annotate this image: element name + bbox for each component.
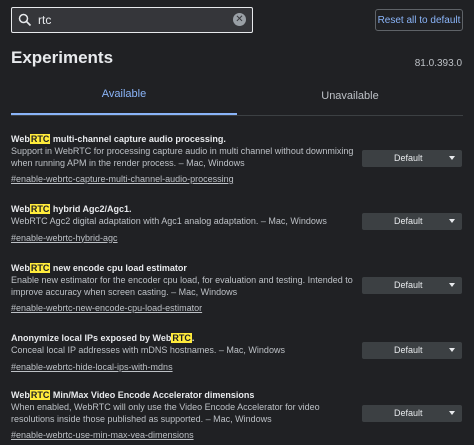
clear-icon[interactable]: ✕ [233, 13, 246, 26]
experiment-description: WebRTC Agc2 digital adaptation with Agc1… [11, 216, 327, 226]
chevron-down-icon [449, 219, 455, 223]
select-value: Default [394, 345, 423, 355]
experiment-description: When enabled, WebRTC will only use the V… [11, 402, 320, 424]
experiment-item: Anonymize local IPs exposed by WebRTC. C… [11, 332, 463, 375]
search-highlight: RTC [29, 390, 51, 400]
experiment-description: Enable new estimator for the encoder cpu… [11, 275, 353, 297]
tab-available[interactable]: Available [11, 88, 237, 100]
experiment-link[interactable]: #enable-webrtc-new-encode-cpu-load-estim… [11, 302, 202, 314]
search-box[interactable]: ✕ [11, 7, 253, 33]
experiment-item: WebRTC Min/Max Video Encode Accelerator … [11, 389, 463, 443]
experiment-title: WebRTC Min/Max Video Encode Accelerator … [11, 389, 463, 401]
title-text: multi-channel capture audio processing. [50, 134, 226, 144]
experiment-item: WebRTC multi-channel capture audio proce… [11, 133, 463, 187]
chevron-down-icon [449, 283, 455, 287]
title-text: Web [11, 263, 30, 273]
chevron-down-icon [449, 156, 455, 160]
search-highlight: RTC [29, 204, 51, 214]
title-text: Anonymize local IPs exposed by Web [11, 333, 172, 343]
experiment-item: WebRTC new encode cpu load estimator Ena… [11, 262, 463, 316]
select-value: Default [394, 280, 423, 290]
experiment-item: WebRTC hybrid Agc2/Agc1. WebRTC Agc2 dig… [11, 203, 463, 246]
tab-unavailable[interactable]: Unavailable [237, 90, 463, 102]
experiment-select[interactable]: Default [362, 342, 462, 359]
title-text: Web [11, 134, 30, 144]
experiment-select[interactable]: Default [362, 213, 462, 230]
title-text: Min/Max Video Encode Accelerator dimensi… [50, 390, 255, 400]
title-text: Web [11, 390, 30, 400]
title-text: Web [11, 204, 30, 214]
experiment-link[interactable]: #enable-webrtc-hide-local-ips-with-mdns [11, 361, 173, 373]
tab-divider [11, 115, 463, 116]
select-value: Default [394, 153, 423, 163]
experiment-description: Support in WebRTC for processing capture… [11, 146, 354, 168]
title-text: hybrid Agc2/Agc1. [50, 204, 132, 214]
experiment-select[interactable]: Default [362, 277, 462, 294]
select-value: Default [394, 216, 423, 226]
experiment-select[interactable]: Default [362, 405, 462, 422]
search-highlight: RTC [171, 333, 192, 343]
experiment-link[interactable]: #enable-webrtc-capture-multi-channel-aud… [11, 173, 234, 185]
chevron-down-icon [449, 411, 455, 415]
experiment-link[interactable]: #enable-webrtc-use-min-max-vea-dimension… [11, 429, 194, 441]
search-input[interactable] [38, 11, 218, 29]
experiment-select[interactable]: Default [362, 150, 462, 167]
chevron-down-icon [449, 348, 455, 352]
experiment-description: Conceal local IP addresses with mDNS hos… [11, 345, 285, 355]
tab-active-indicator [11, 113, 237, 115]
page-title: Experiments [11, 48, 114, 67]
experiment-title: WebRTC new encode cpu load estimator [11, 262, 463, 274]
reset-all-button[interactable]: Reset all to default [375, 9, 463, 31]
search-icon [18, 13, 32, 27]
title-text: . [191, 333, 195, 343]
experiment-title: WebRTC multi-channel capture audio proce… [11, 133, 463, 145]
experiment-link[interactable]: #enable-webrtc-hybrid-agc [11, 232, 118, 244]
search-highlight: RTC [29, 134, 51, 144]
select-value: Default [394, 408, 423, 418]
search-highlight: RTC [29, 263, 51, 273]
title-text: new encode cpu load estimator [50, 263, 187, 273]
version-label: 81.0.393.0 [414, 58, 462, 69]
